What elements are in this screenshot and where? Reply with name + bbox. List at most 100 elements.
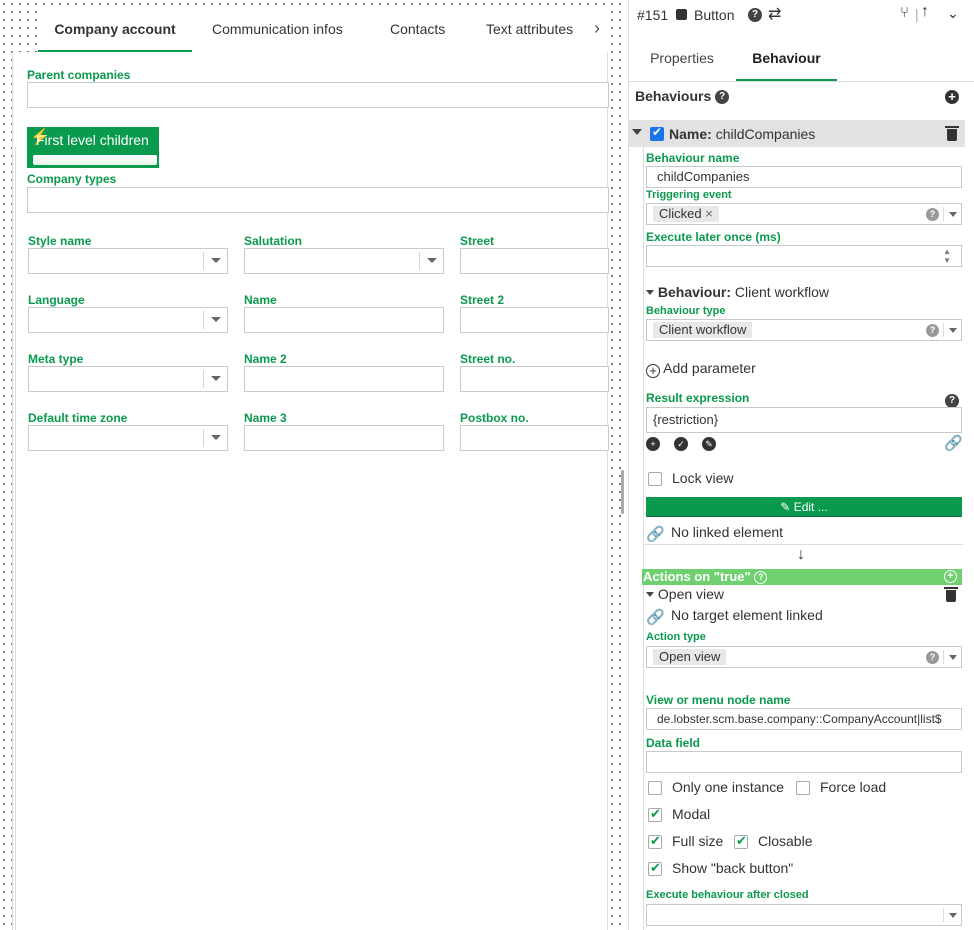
behaviour-type-label: Behaviour type xyxy=(646,305,726,317)
help-icon[interactable]: ? xyxy=(926,208,939,221)
name-value: childCompanies xyxy=(715,126,816,142)
style-name-label: Style name xyxy=(28,234,92,248)
trash-icon[interactable] xyxy=(945,126,959,141)
execute-later-input[interactable]: ▲ ▼ xyxy=(646,245,962,267)
back-button-checkbox[interactable] xyxy=(648,860,662,876)
first-level-children-button[interactable]: ⚡ First level children xyxy=(27,127,159,168)
chevron-down-icon[interactable]: ⌄ xyxy=(947,5,959,22)
add-icon[interactable]: + xyxy=(646,437,660,451)
actions-on-true-label: Actions on "true" xyxy=(643,569,751,584)
street-2-label: Street 2 xyxy=(460,293,505,307)
chevron-down-icon[interactable] xyxy=(949,913,957,918)
tab-text-attributes[interactable]: Text attributes xyxy=(486,10,573,52)
collapse-icon[interactable] xyxy=(646,592,654,597)
help-icon[interactable]: ? xyxy=(715,90,730,105)
style-name-select[interactable] xyxy=(28,248,228,274)
help-icon[interactable]: ? xyxy=(926,324,939,337)
language-select[interactable] xyxy=(28,307,228,333)
postbox-no-label: Postbox no. xyxy=(460,411,529,425)
add-action-icon[interactable]: + xyxy=(944,570,957,583)
only-one-instance-checkbox[interactable] xyxy=(648,781,662,795)
modal-checkbox[interactable] xyxy=(648,806,662,822)
salutation-select[interactable] xyxy=(244,248,444,274)
postbox-no-input[interactable] xyxy=(460,425,609,451)
default-time-zone-select[interactable] xyxy=(28,425,228,451)
data-field-input[interactable] xyxy=(646,751,962,773)
help-icon[interactable]: ? xyxy=(926,651,939,664)
street-label: Street xyxy=(460,234,495,248)
triggering-event-select[interactable]: Clicked × ? xyxy=(646,203,962,225)
meta-type-select[interactable] xyxy=(28,366,228,392)
help-icon[interactable]: ? xyxy=(748,8,762,22)
lock-view-checkbox[interactable] xyxy=(648,472,662,486)
help-icon[interactable]: ? xyxy=(945,394,959,408)
button-type-icon xyxy=(676,9,687,20)
designer-canvas: Company account Communication infos Cont… xyxy=(0,0,622,930)
add-parameter-label: Add parameter xyxy=(663,360,756,376)
name-2-input[interactable] xyxy=(244,366,444,392)
action-type-chip: Open view xyxy=(653,649,727,665)
behaviour-type-header[interactable]: Behaviour: Client workflow xyxy=(646,284,829,300)
name-3-input[interactable] xyxy=(244,425,444,451)
chevron-right-icon[interactable]: › xyxy=(594,18,600,39)
element-type: Button xyxy=(694,7,735,23)
edit-icon[interactable]: ✎ xyxy=(702,437,716,451)
street-no-input[interactable] xyxy=(460,366,609,392)
behaviour-name-input[interactable]: childCompanies xyxy=(646,166,962,188)
force-load-checkbox[interactable] xyxy=(796,781,810,795)
full-size-checkbox[interactable] xyxy=(648,833,662,849)
tab-behaviour[interactable]: Behaviour xyxy=(736,38,837,81)
help-icon[interactable]: ? xyxy=(754,571,768,584)
no-target-label: No target element linked xyxy=(671,607,823,623)
separator xyxy=(643,544,963,545)
chevron-down-icon[interactable] xyxy=(949,655,957,660)
company-types-input[interactable] xyxy=(27,187,609,213)
open-view-header[interactable]: Open view xyxy=(646,586,724,602)
parent-companies-input[interactable] xyxy=(27,82,609,108)
swap-icon[interactable]: ⇄ xyxy=(768,4,781,24)
hierarchy-icon[interactable]: ⑂ xyxy=(900,4,909,21)
spinner-icon[interactable]: ▲ ▼ xyxy=(943,247,951,265)
view-node-label: View or menu node name xyxy=(646,693,791,707)
link-icon[interactable]: 🔗 xyxy=(646,608,665,626)
button-highlight xyxy=(33,155,157,165)
open-view-title: Open view xyxy=(657,586,725,602)
trash-icon[interactable] xyxy=(944,587,958,602)
closable-checkbox[interactable] xyxy=(734,833,748,849)
after-closed-select[interactable] xyxy=(646,904,962,926)
behaviour-name-bar[interactable]: Name: childCompanies xyxy=(629,120,965,147)
edit-button[interactable]: ✎ Edit ... xyxy=(646,497,962,517)
check-icon[interactable]: ✓ xyxy=(674,437,688,451)
arrow-up-icon[interactable]: ↑ xyxy=(921,3,929,21)
add-parameter-button[interactable]: + Add parameter xyxy=(646,360,756,378)
chevron-down-icon[interactable] xyxy=(949,328,957,333)
panel-splitter[interactable] xyxy=(621,470,624,514)
panel-header: #151 Button ? ⇄ ⑂ | ↑ ⌄ xyxy=(629,0,974,30)
result-expression-input[interactable]: {restriction} xyxy=(646,407,962,433)
chevron-down-icon[interactable] xyxy=(949,212,957,217)
tab-company-account[interactable]: Company account xyxy=(38,10,192,52)
add-behaviour-icon[interactable]: + xyxy=(945,90,959,104)
edit-label: Edit ... xyxy=(793,500,828,514)
divider xyxy=(943,650,944,664)
link-icon[interactable]: 🔗 xyxy=(944,434,963,452)
tab-contacts[interactable]: Contacts xyxy=(390,10,445,52)
only-one-instance-label: Only one instance xyxy=(672,779,785,795)
street-2-input[interactable] xyxy=(460,307,609,333)
tab-communication-infos[interactable]: Communication infos xyxy=(212,10,343,52)
name-input[interactable] xyxy=(244,307,444,333)
behaviour-prefix: Behaviour: xyxy=(657,284,732,300)
view-node-input[interactable]: de.lobster.scm.base.company::CompanyAcco… xyxy=(646,708,962,730)
link-icon[interactable]: 🔗 xyxy=(646,525,665,543)
collapse-icon[interactable] xyxy=(646,290,654,295)
street-input[interactable] xyxy=(460,248,609,274)
action-type-select[interactable]: Open view ? xyxy=(646,646,962,668)
element-id: #151 xyxy=(637,7,669,23)
tab-properties[interactable]: Properties xyxy=(637,38,727,81)
behaviour-type-select[interactable]: Client workflow ? xyxy=(646,319,962,341)
lock-view-label: Lock view xyxy=(672,470,734,486)
collapse-icon[interactable] xyxy=(632,129,642,135)
behaviour-enabled-checkbox[interactable] xyxy=(650,125,664,141)
remove-icon[interactable]: × xyxy=(705,206,713,221)
divider xyxy=(943,207,944,221)
